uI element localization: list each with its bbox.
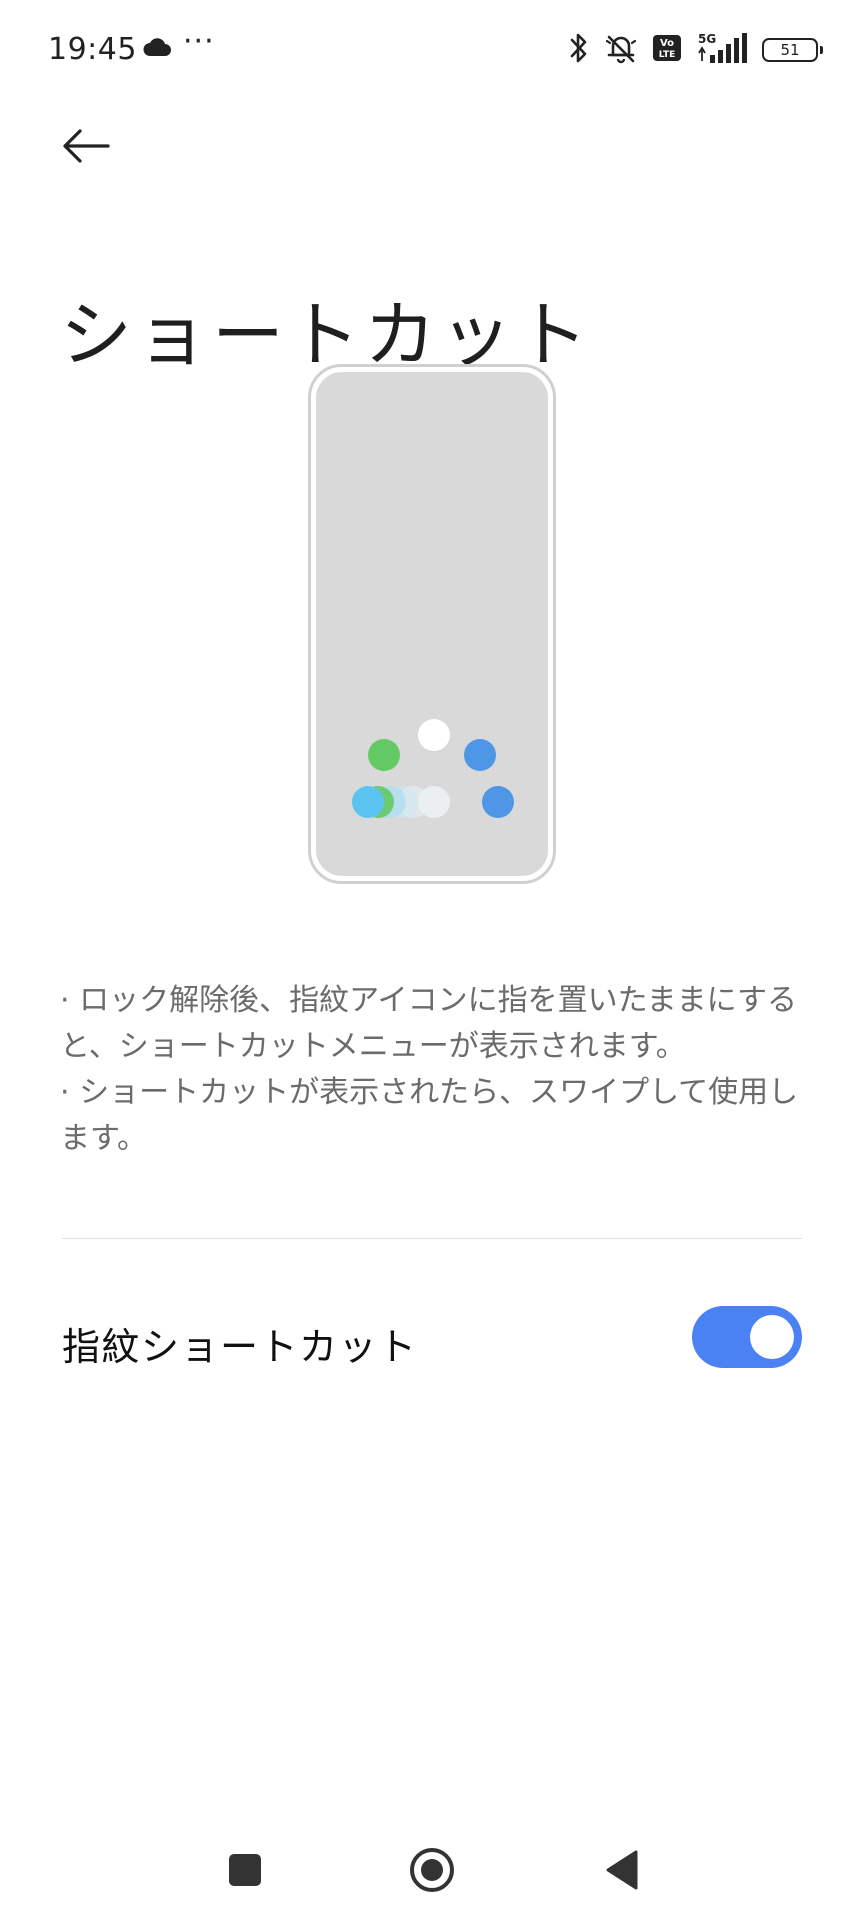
bluetooth-icon	[568, 31, 590, 69]
shortcut-dot-green	[368, 739, 400, 771]
shortcut-dot-top	[418, 719, 450, 751]
recent-apps-button[interactable]	[215, 1840, 275, 1900]
fingerprint-shortcut-setting[interactable]: 指紋ショートカット	[0, 1296, 864, 1380]
fingerprint-shortcut-toggle[interactable]	[692, 1306, 802, 1368]
description-line-2: · ショートカットが表示されたら、スワイプして使用します。	[60, 1075, 799, 1156]
shortcut-dot-center	[418, 786, 450, 818]
network-type-label: 5G	[698, 32, 716, 46]
arrow-left-icon	[63, 129, 110, 163]
back-button[interactable]	[58, 118, 122, 174]
battery-level: 51	[780, 41, 800, 59]
shortcut-dot-blue	[464, 739, 496, 771]
triangle-icon	[606, 1850, 638, 1890]
setting-label: 指紋ショートカット	[62, 1325, 418, 1369]
more-notifications-icon: ···	[183, 24, 215, 59]
volte-icon: Vo LTE	[652, 34, 682, 66]
signal-icon: 5G	[696, 31, 748, 69]
shortcut-dot-cyan	[352, 786, 384, 818]
nav-back-button[interactable]	[592, 1840, 652, 1900]
status-icons: Vo LTE 5G 51	[568, 30, 823, 70]
navigation-bar	[0, 1800, 864, 1920]
status-bar: 19:45 ··· Vo LTE 5G 51	[0, 0, 864, 100]
square-icon	[229, 1854, 261, 1886]
cloud-icon	[142, 38, 172, 62]
divider	[62, 1238, 802, 1239]
description: · ロック解除後、指紋アイコンに指を置いたままにすると、ショートカットメニューが…	[60, 978, 810, 1162]
status-time: 19:45	[48, 32, 137, 67]
battery-icon: 51	[762, 38, 823, 62]
bell-off-icon	[604, 31, 638, 69]
circle-icon	[410, 1848, 454, 1892]
description-line-1: · ロック解除後、指紋アイコンに指を置いたままにすると、ショートカットメニューが…	[60, 983, 797, 1064]
svg-text:Vo: Vo	[660, 38, 674, 49]
screen: 19:45 ··· Vo LTE 5G 51 ショートカット · ロック解除後、…	[0, 0, 864, 1920]
svg-text:LTE: LTE	[659, 50, 676, 60]
home-button[interactable]	[402, 1840, 462, 1900]
shortcut-dot-right	[482, 786, 514, 818]
fingerprint-shortcut-illustration	[308, 364, 556, 884]
toggle-knob	[750, 1315, 794, 1359]
